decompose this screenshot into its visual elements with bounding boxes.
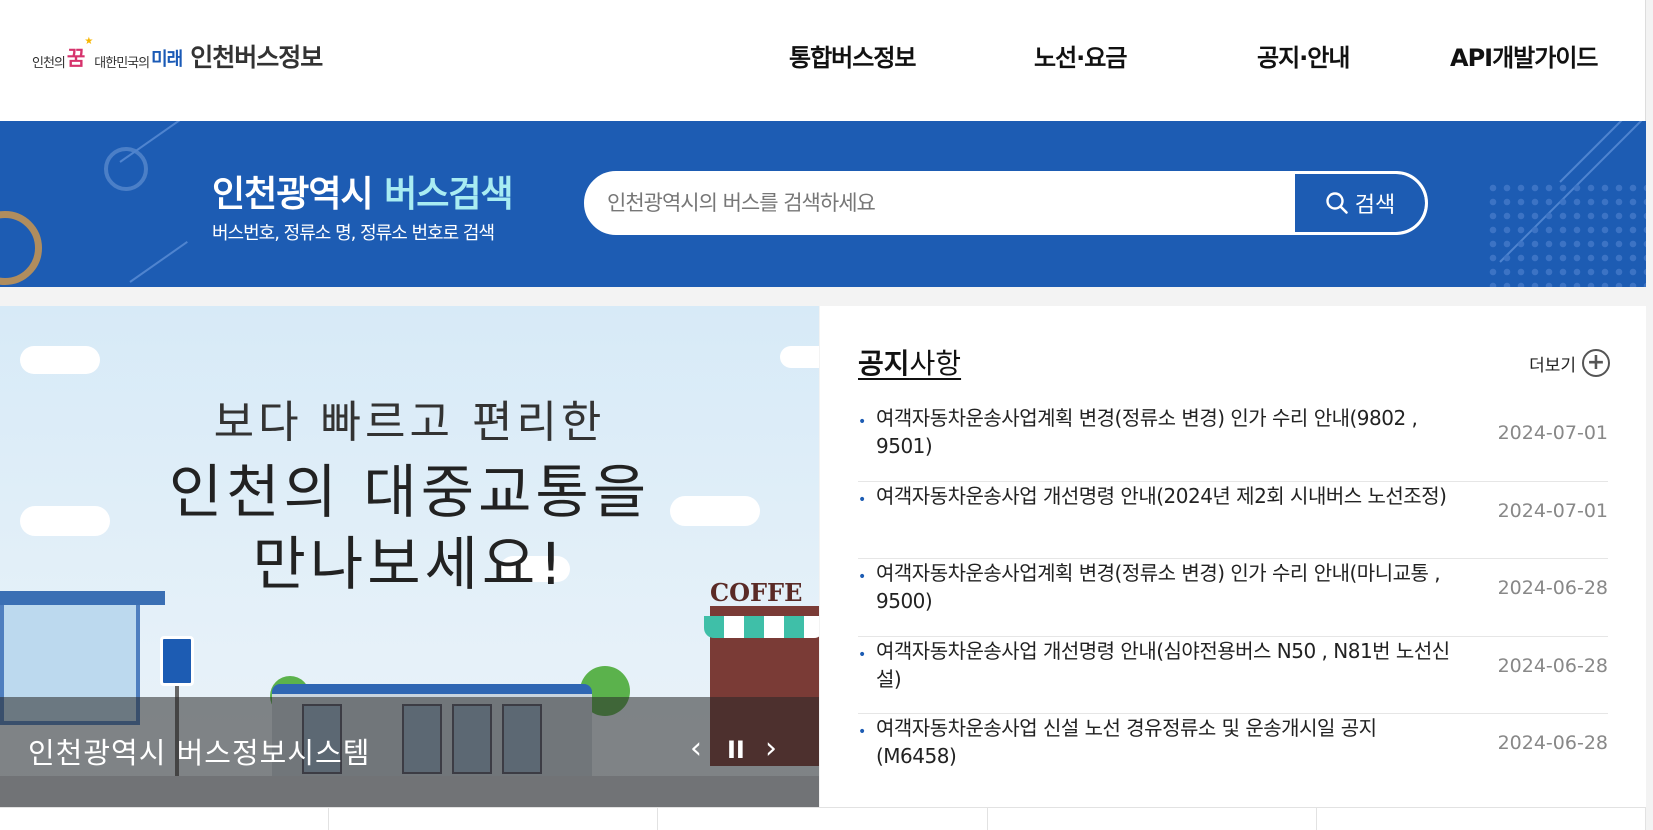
bullet-icon: • <box>858 724 867 740</box>
notice-item-title: 여객자동차운송사업 신설 노선 경유정류소 및 운송개시일 공지(M6458) <box>876 716 1377 768</box>
decor-dots <box>1486 181 1646 287</box>
notice-item-date: 2024-06-28 <box>1497 732 1608 754</box>
bullet-icon: • <box>858 569 867 585</box>
notice-item[interactable]: • 여객자동차운송사업 신설 노선 경유정류소 및 운송개시일 공지(M6458… <box>858 714 1608 792</box>
notice-title: 공지사항 <box>858 342 961 382</box>
shop-awning <box>704 616 819 638</box>
search-input[interactable] <box>607 174 1227 232</box>
coffee-shop-sign: COFFE <box>710 578 803 607</box>
nav-item-routes-fares[interactable]: 노선·요금 <box>1034 38 1127 73</box>
slide-next-button[interactable]: › <box>765 734 777 764</box>
search-subtitle: 버스번호, 정류소 명, 정류소 번호로 검색 <box>212 223 495 244</box>
slide-headline: 인천의 대중교통을 만나보세요! <box>0 456 819 600</box>
cloud-illustration <box>780 346 819 368</box>
notice-item-title: 여객자동차운송사업계획 변경(정류소 변경) 인가 수리 안내(9802 , 9… <box>876 406 1418 458</box>
promo-slideshow: 보다 빠르고 편리한 인천의 대중교통을 만나보세요! COFFE 인천광역시 … <box>0 306 819 807</box>
search-heading: 인천광역시 버스검색 버스번호, 정류소 명, 정류소 번호로 검색 <box>212 165 514 245</box>
slogan-mirae: 미래 <box>151 48 183 70</box>
slide-caption: 인천광역시 버스정보시스템 <box>28 736 371 770</box>
cloud-illustration <box>20 346 100 374</box>
notice-panel: 공지사항 더보기 + • 여객자동차운송사업계획 변경(정류소 변경) 인가 수… <box>820 306 1646 807</box>
site-header: 인천의 꿈 대한민국의 미래 인천버스정보 통합버스정보 노선·요금 공지·안내… <box>0 0 1646 121</box>
plus-circle-icon: + <box>1582 349 1610 377</box>
decor-ring <box>0 211 42 285</box>
site-logo[interactable]: 인천의 꿈 대한민국의 미래 인천버스정보 <box>32 36 323 76</box>
search-icon <box>1326 192 1348 214</box>
search-button[interactable]: 검색 <box>1295 174 1425 232</box>
search-button-label: 검색 <box>1354 192 1396 217</box>
bus-shelter-roof <box>0 591 165 605</box>
notice-title-rest: 사항 <box>909 347 962 380</box>
bullet-icon: • <box>858 646 867 663</box>
notice-more-button[interactable]: 더보기 + <box>1529 349 1610 377</box>
slogan-prefix: 인천의 <box>32 55 66 71</box>
slide-headline-line2: 만나보세요! <box>252 530 567 598</box>
notice-item-date: 2024-06-28 <box>1497 577 1608 599</box>
nav-item-api-guide[interactable]: API개발가이드 <box>1450 38 1598 73</box>
decor-line <box>129 241 188 283</box>
slide-prev-button[interactable]: ‹ <box>690 734 702 764</box>
quick-menu-strip <box>0 807 1647 830</box>
notice-item-title: 여객자동차운송사업계획 변경(정류소 변경) 인가 수리 안내(마니교통 , 9… <box>876 561 1441 613</box>
brand-name: 인천버스정보 <box>190 43 323 72</box>
slide-pause-button[interactable]: II <box>727 738 745 762</box>
nav-item-notice-guide[interactable]: 공지·안내 <box>1257 38 1350 73</box>
quick-menu-slot[interactable] <box>0 808 330 830</box>
search-title-part2: 버스검색 <box>384 174 513 215</box>
notice-item-date: 2024-07-01 <box>1497 422 1608 444</box>
notice-title-bold: 공지 <box>858 347 910 380</box>
quick-menu-slot[interactable] <box>1317 808 1647 830</box>
notice-item-title: 여객자동차운송사업 개선명령 안내(2024년 제2회 시내버스 노선조정) <box>876 483 1447 508</box>
search-banner: 인천광역시 버스검색 버스번호, 정류소 명, 정류소 번호로 검색 검색 <box>0 121 1646 287</box>
slide-tagline: 보다 빠르고 편리한 <box>213 397 606 448</box>
bullet-icon: • <box>858 491 867 508</box>
quick-menu-slot[interactable] <box>988 808 1317 830</box>
search-box: 검색 <box>584 171 1428 235</box>
notice-item[interactable]: • 여객자동차운송사업계획 변경(정류소 변경) 인가 수리 안내(마니교통 ,… <box>858 559 1608 637</box>
notice-item[interactable]: • 여객자동차운송사업 개선명령 안내(심야전용버스 N50 , N81번 노선… <box>858 637 1608 714</box>
decor-line <box>119 121 187 163</box>
decor-ring <box>104 147 148 191</box>
search-title: 인천광역시 버스검색 <box>212 165 514 217</box>
more-label: 더보기 <box>1529 355 1576 376</box>
notice-item[interactable]: • 여객자동차운송사업계획 변경(정류소 변경) 인가 수리 안내(9802 ,… <box>858 404 1608 482</box>
nav-item-integrated-bus-info[interactable]: 통합버스정보 <box>789 38 916 73</box>
bus-stop-sign-icon <box>160 636 194 686</box>
notice-item[interactable]: • 여객자동차운송사업 개선명령 안내(2024년 제2회 시내버스 노선조정)… <box>858 482 1608 559</box>
bullet-icon: • <box>858 414 867 430</box>
slogan-mid: 대한민국의 <box>94 55 150 71</box>
notice-list: • 여객자동차운송사업계획 변경(정류소 변경) 인가 수리 안내(9802 ,… <box>858 404 1608 792</box>
slogan-kkum: 꿈 <box>67 36 93 71</box>
notice-item-date: 2024-06-28 <box>1497 654 1608 677</box>
slide-headline-line1: 인천의 대중교통을 <box>168 458 651 526</box>
logo-slogan: 인천의 꿈 대한민국의 미래 <box>32 36 183 71</box>
quick-menu-slot[interactable] <box>329 808 659 830</box>
notice-item-title: 여객자동차운송사업 개선명령 안내(심야전용버스 N50 , N81번 노선신설… <box>876 638 1450 691</box>
notice-item-date: 2024-07-01 <box>1497 499 1608 522</box>
search-title-part1: 인천광역시 <box>212 174 374 215</box>
quick-menu-slot[interactable] <box>658 808 988 830</box>
